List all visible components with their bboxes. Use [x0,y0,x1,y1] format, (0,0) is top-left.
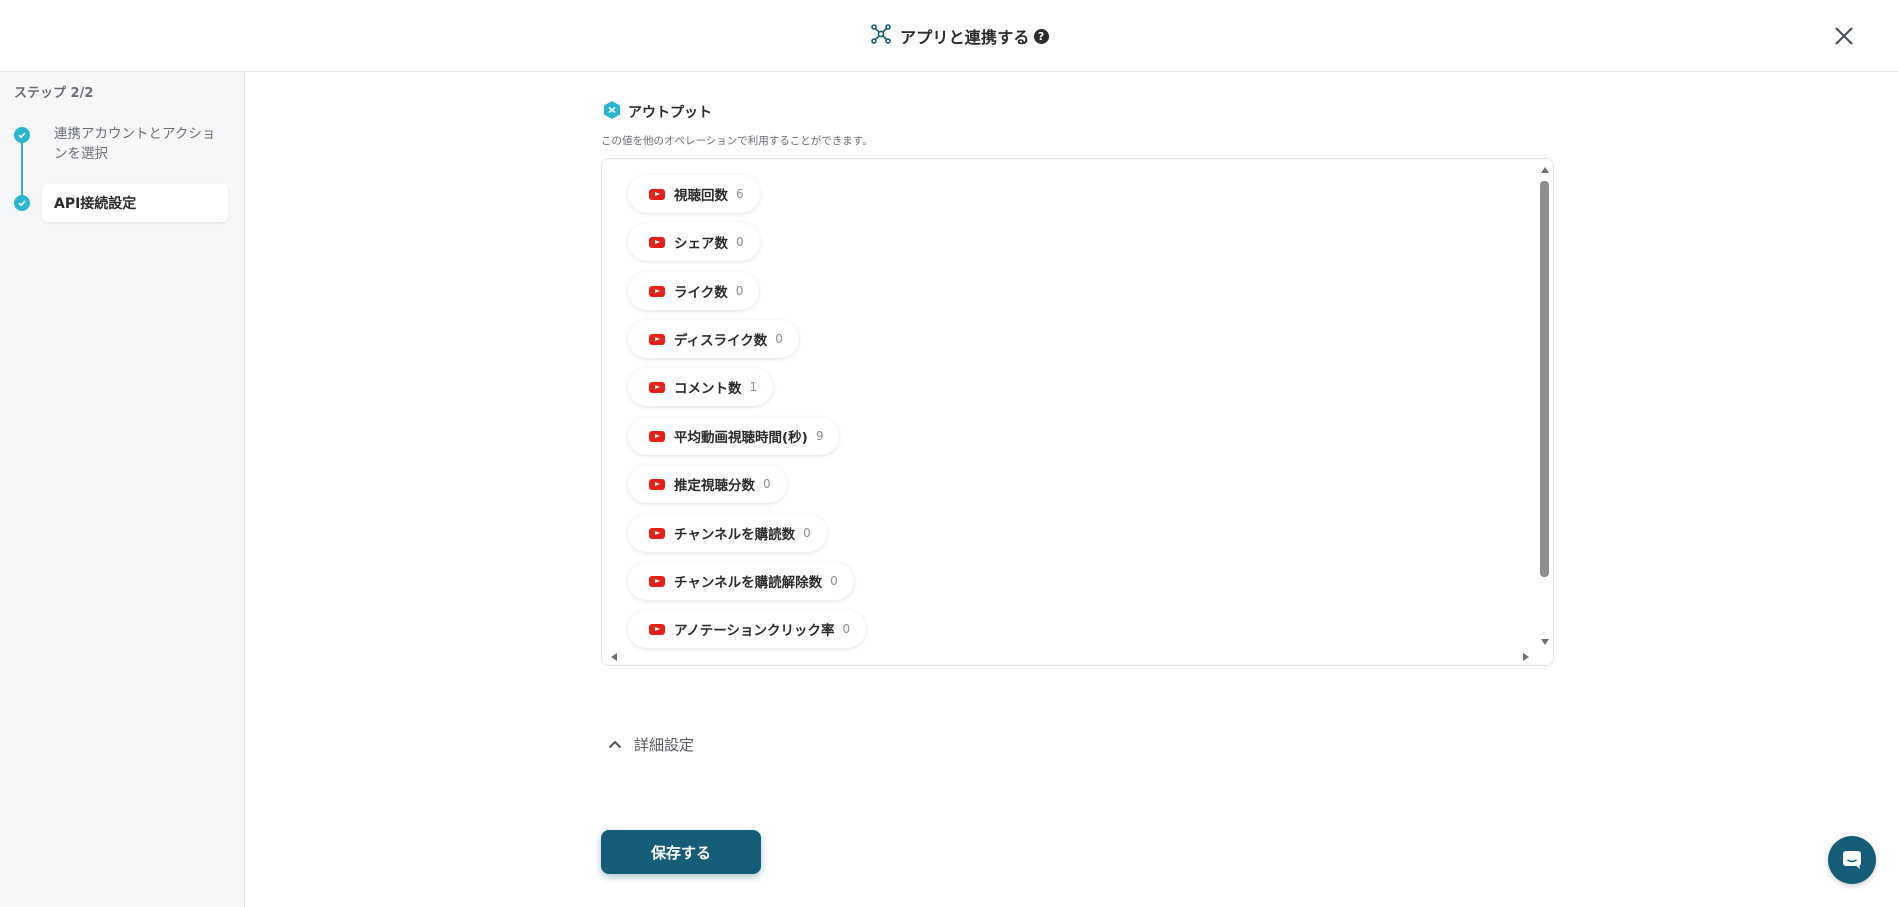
output-chip-value: 0 [803,526,811,540]
output-chip-value: 6 [736,187,744,201]
output-chip[interactable]: チャンネルを購読数 0 [628,514,827,552]
output-chip[interactable]: 視聴回数 6 [628,175,760,213]
output-chip[interactable]: アノテーションクリック率 0 [628,610,867,648]
output-chip-value: 0 [775,332,783,346]
output-chip-value: 0 [735,284,744,298]
output-chip-label: チャンネルを購読解除数 [674,575,823,591]
output-chip-value: 9 [815,429,824,443]
output-title: アウトプット [628,105,712,121]
output-chip-label: 平均動画視聴時間(秒) [674,430,808,446]
save-button[interactable]: 保存する [601,830,761,874]
youtube-icon [649,575,665,587]
output-chip[interactable]: コメント数 1 [628,368,774,406]
youtube-icon [649,188,665,200]
sidebar-step-api-settings[interactable]: API接続設定 [42,184,228,222]
scroll-up-arrow-icon[interactable] [1541,167,1549,173]
question-circle-icon[interactable]: ? [1033,28,1049,44]
step-heading: ステップ 2/2 [14,86,94,101]
output-chip[interactable]: 推定視聴分数 0 [628,465,787,503]
youtube-icon [649,478,665,490]
output-chip[interactable]: ディスライク数 0 [628,320,799,358]
chevron-up-icon [608,740,622,748]
scroll-left-arrow-icon[interactable] [611,653,617,661]
advanced-settings-label: 詳細設定 [634,736,695,754]
youtube-icon [649,285,665,297]
output-chip[interactable]: チャンネルを購読解除数 0 [628,562,854,600]
close-icon [1835,27,1853,45]
advanced-settings-toggle[interactable]: 詳細設定 [606,734,694,755]
output-chip-label: ライク数 [674,285,728,301]
output-chip-value: 0 [842,622,851,636]
output-chip-value: 0 [736,235,744,249]
output-chip[interactable]: 平均動画視聴時間(秒) 9 [628,417,840,455]
modal-title: アプリと連携する [900,28,1030,47]
scroll-down-arrow-icon[interactable] [1541,639,1549,645]
scroll-right-arrow-icon[interactable] [1523,653,1529,661]
youtube-icon [649,381,665,393]
chat-support-button[interactable] [1828,836,1876,884]
output-chip-label: 推定視聴分数 [674,478,755,494]
network-nodes-icon [870,23,892,49]
output-list-panel[interactable]: 視聴回数 6 シェア数 0 ライク数 0 ディスライク数 0 コメント数 1 平… [601,158,1554,666]
step-1-check-icon [14,127,30,143]
output-chip-value: 0 [830,574,838,588]
output-chip-label: アノテーションクリック率 [674,623,835,639]
output-chip-value: 1 [749,380,758,394]
output-chip-value: 0 [763,477,771,491]
output-chip[interactable]: シェア数 0 [628,223,760,261]
step-sidebar: ステップ 2/2 連携アカウントとアクションを選択 API接続設定 [0,72,245,907]
vertical-scroll-thumb[interactable] [1540,181,1549,577]
output-description: この値を他のオペレーションで利用することができます。 [601,135,873,147]
output-chip-label: 視聴回数 [674,188,728,204]
modal-header: アプリと連携する ? [0,0,1898,72]
output-badge-icon [602,100,622,124]
youtube-icon [649,623,665,635]
step-connector-line [21,136,23,202]
sidebar-step-select-account[interactable]: 連携アカウントとアクションを選択 [54,124,224,164]
youtube-icon [649,430,665,442]
vertical-scrollbar[interactable] [1539,163,1551,645]
sidebar-step-label: API接続設定 [54,196,137,212]
header-title-group: アプリと連携する ? [870,22,1049,50]
output-chip[interactable]: ライク数 0 [628,272,760,310]
youtube-icon [649,333,665,345]
youtube-icon [649,236,665,248]
output-chip-label: チャンネルを購読数 [674,527,796,543]
chat-icon [1843,851,1861,869]
output-chip-label: ディスライク数 [674,333,768,349]
output-chip-label: コメント数 [674,381,742,397]
output-heading: アウトプット [602,100,712,124]
step-2-check-icon [14,195,30,211]
youtube-icon [649,527,665,539]
output-chip-label: シェア数 [674,236,728,252]
close-button[interactable] [1830,22,1858,50]
